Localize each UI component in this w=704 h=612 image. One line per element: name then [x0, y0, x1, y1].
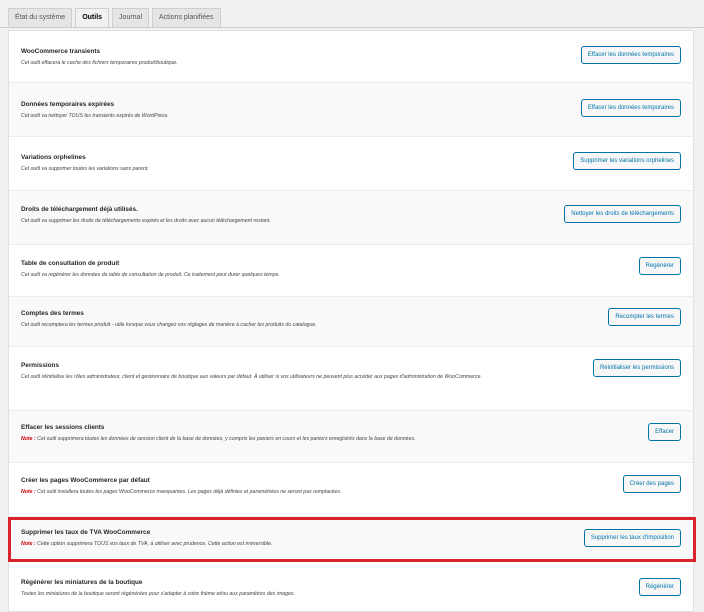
tool-description: Cet outil va regénérer les données de ta… — [21, 272, 280, 278]
note-text: Cette option supprimera TOUS vos taux de… — [37, 541, 273, 547]
tool-row-expired-transients: Données temporaires expirées Cet outil v… — [9, 83, 693, 137]
clean-download-permissions-button[interactable]: Nettoyer les droits de téléchargements — [564, 205, 681, 223]
tool-row-product-lookup: Table de consultation de produit Cet out… — [9, 245, 693, 297]
tool-name: Supprimer les taux de TVA WooCommerce — [21, 529, 151, 536]
note-label: Note : — [21, 489, 36, 495]
tool-note: Note : Cet outil installera toutes les p… — [21, 488, 581, 497]
tab-log[interactable]: Journal — [112, 8, 150, 27]
tool-description: Cet outil effacera le cache des fichiers… — [21, 60, 178, 66]
tabs-divider — [0, 27, 704, 28]
tool-row-term-counts: Comptes des termes Cet outil recomptera … — [9, 297, 693, 347]
tool-name: Droits de téléchargement déjà utilisés. — [21, 206, 138, 213]
tab-system-status[interactable]: État du système — [8, 8, 73, 27]
tool-name: Régénérer les miniatures de la boutique — [21, 579, 143, 586]
tool-row-delete-tax-rates: Supprimer les taux de TVA WooCommerce No… — [9, 517, 693, 561]
tool-description: Cet outil va supprimer toutes les variat… — [21, 166, 149, 172]
clear-sessions-button[interactable]: Effacer — [648, 423, 681, 441]
tool-name: Effacer les sessions clients — [21, 424, 105, 431]
tool-row-transients: WooCommerce transients Cet outil effacer… — [9, 31, 693, 83]
tool-name: Comptes des termes — [21, 310, 84, 317]
tools-table: WooCommerce transients Cet outil effacer… — [8, 30, 694, 612]
tool-name: Variations orphelines — [21, 154, 86, 161]
tool-row-clear-sessions: Effacer les sessions clients Note : Cet … — [9, 411, 693, 463]
reset-permissions-button[interactable]: Réinitialiser les permissions — [592, 359, 681, 377]
tool-name: WooCommerce transients — [21, 48, 101, 55]
tool-row-create-pages: Créer les pages WooCommerce par défaut N… — [9, 463, 693, 517]
create-pages-button[interactable]: Créer des pages — [622, 475, 681, 493]
regenerate-lookup-button[interactable]: Regénérer — [638, 257, 681, 275]
tab-tools[interactable]: Outils — [75, 8, 110, 27]
tool-row-orphan-variations: Variations orphelines Cet outil va suppr… — [9, 137, 693, 191]
delete-tax-rates-button[interactable]: Supprimer les taux d'imposition — [583, 529, 681, 547]
note-label: Note : — [21, 541, 36, 547]
tool-description: Cet outil recomptera les termes produit … — [21, 322, 317, 328]
note-label: Note : — [21, 436, 36, 442]
tab-scheduled-actions[interactable]: Actions planifiées — [152, 8, 221, 27]
tool-description: Cet outil va supprimer les droits de tél… — [21, 218, 271, 224]
clear-transients-button[interactable]: Effacer les données temporaires — [580, 46, 681, 64]
tool-name: Permissions — [21, 362, 60, 369]
tool-name: Créer les pages WooCommerce par défaut — [21, 477, 150, 484]
recount-terms-button[interactable]: Recompter les termes — [608, 308, 681, 326]
note-text: Cet outil installera toutes les pages Wo… — [37, 489, 342, 495]
tool-description: Toutes les miniatures de la boutique ser… — [21, 591, 295, 597]
tool-description: Cet outil réinitialise les rôles adminis… — [21, 374, 482, 380]
tabs-bar: État du système Outils Journal Actions p… — [8, 8, 221, 27]
tool-description: Cet outil va nettoyer TOUS les transient… — [21, 113, 169, 119]
tool-row-permissions: Permissions Cet outil réinitialise les r… — [9, 347, 693, 411]
regenerate-thumbnails-button[interactable]: Régénérer — [638, 578, 681, 596]
tool-name: Table de consultation de produit — [21, 260, 120, 267]
delete-orphan-variations-button[interactable]: Supprimer les variations orphelines — [573, 152, 681, 170]
tool-row-download-permissions: Droits de téléchargement déjà utilisés. … — [9, 191, 693, 245]
tool-row-regenerate-thumbnails: Régénérer les miniatures de la boutique … — [9, 561, 693, 611]
tool-note: Note : Cet outil supprimera toutes les d… — [21, 435, 581, 444]
tool-name: Données temporaires expirées — [21, 101, 115, 108]
clear-expired-transients-button[interactable]: Effacer les données temporaires — [580, 99, 681, 117]
tool-note: Note : Cette option supprimera TOUS vos … — [21, 540, 581, 549]
note-text: Cet outil supprimera toutes les données … — [37, 436, 416, 442]
